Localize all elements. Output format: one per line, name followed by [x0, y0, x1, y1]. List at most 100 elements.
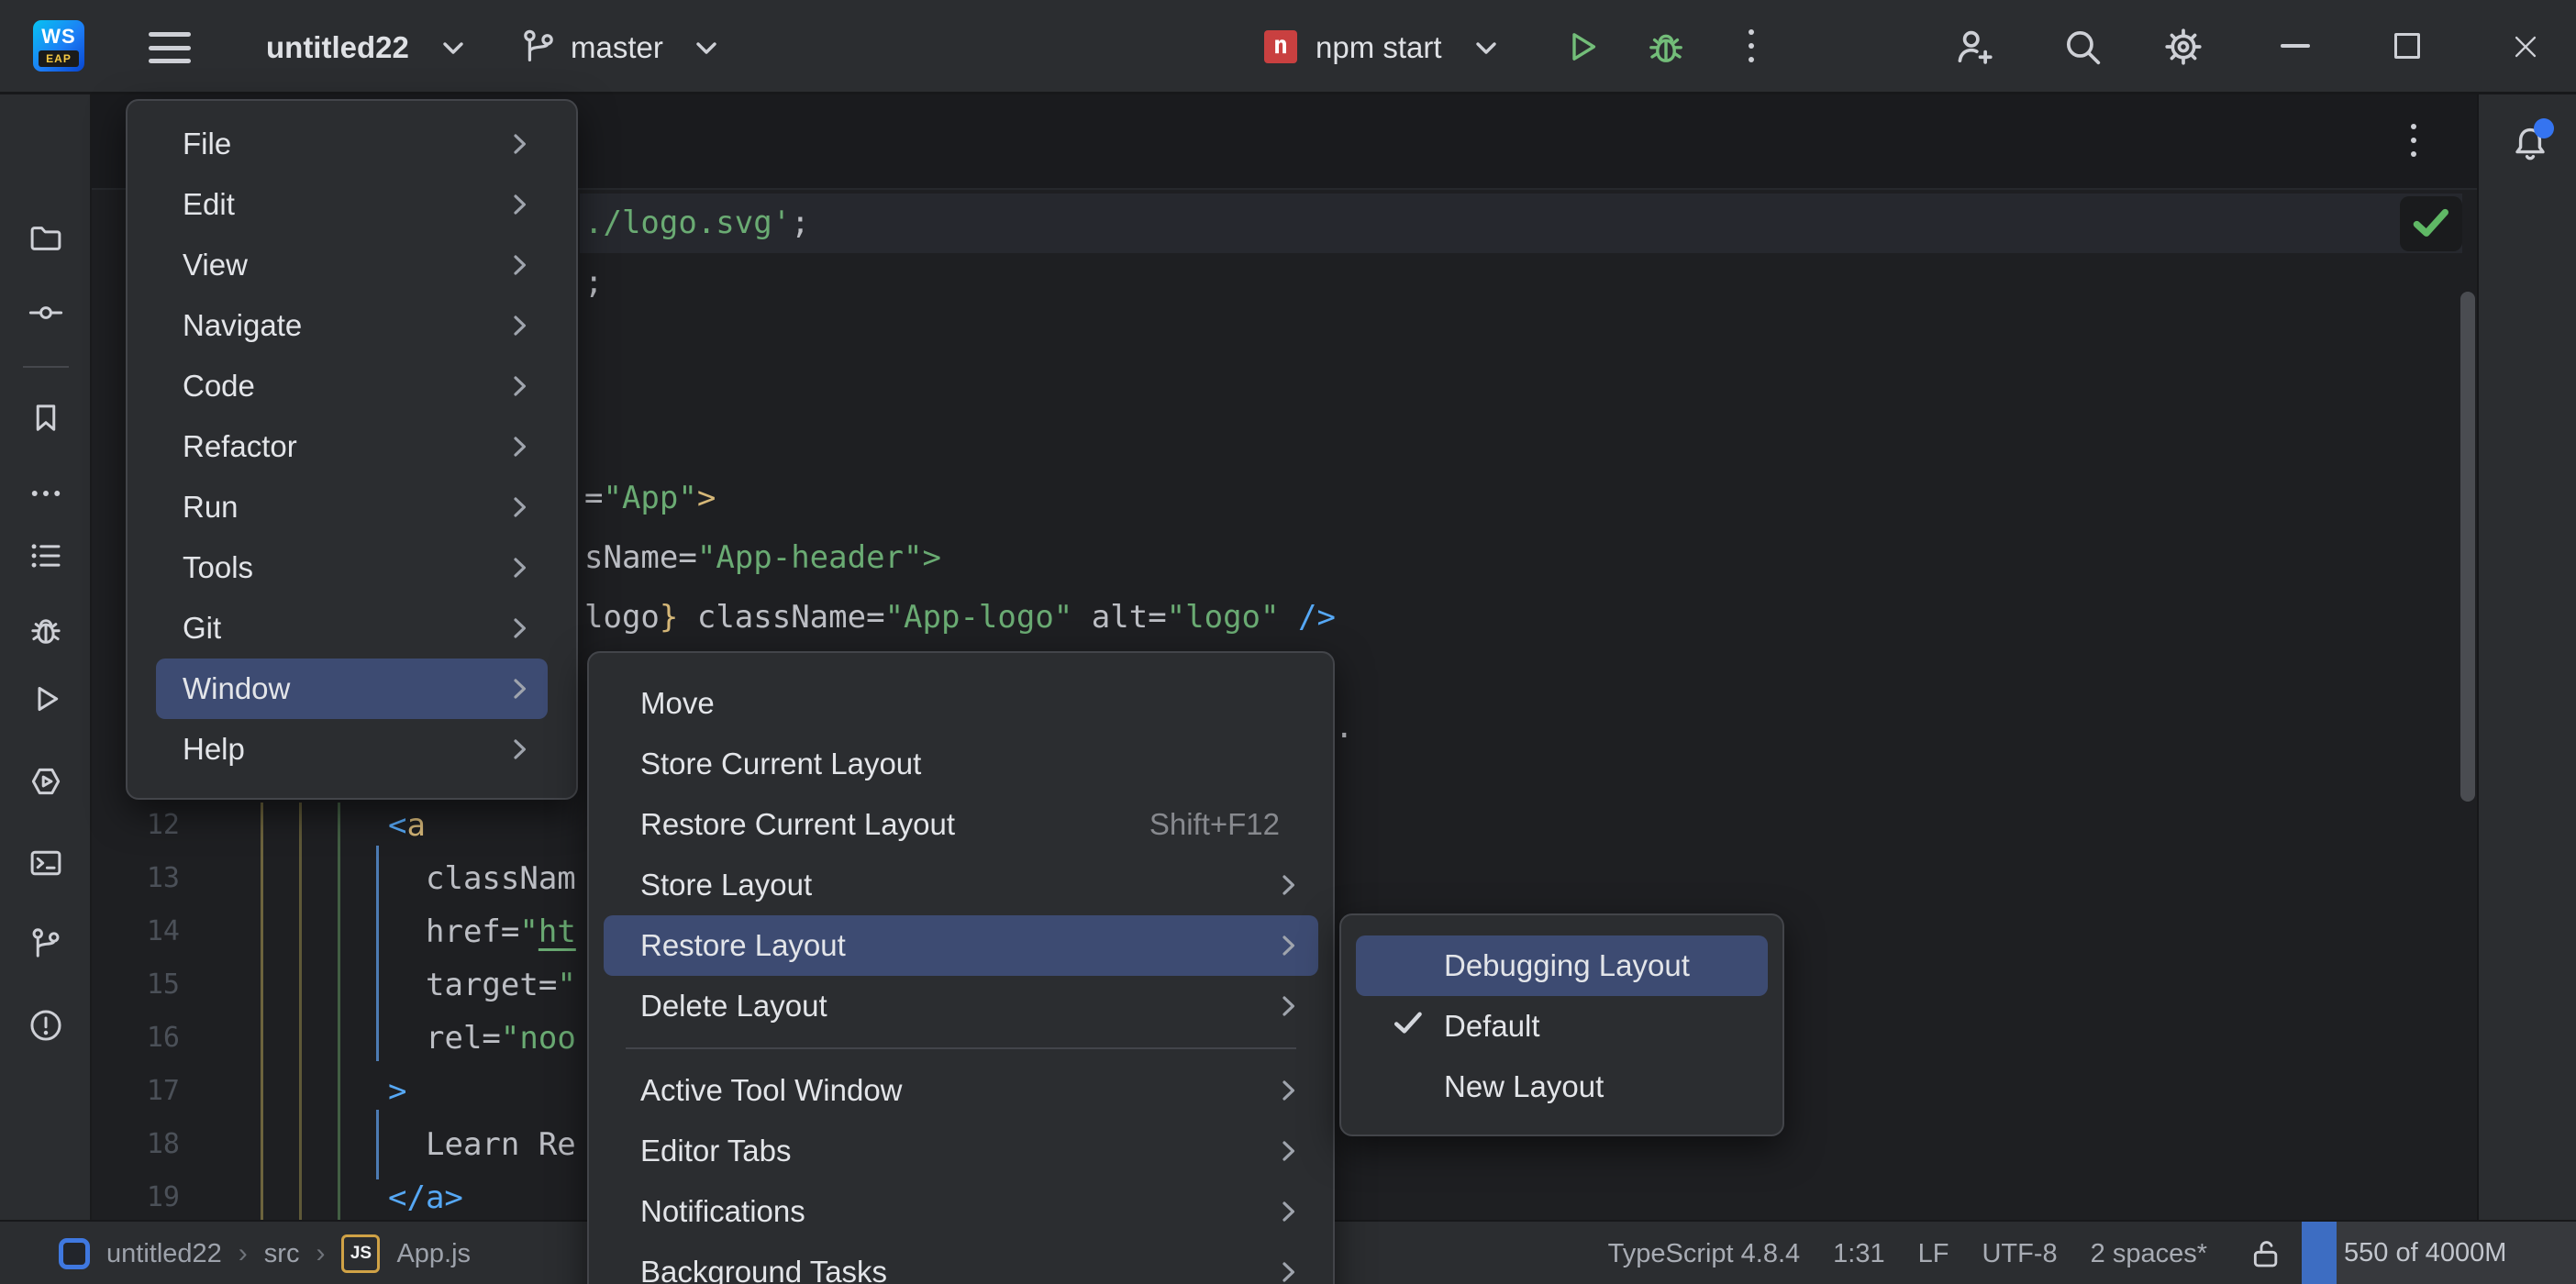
menu-item-notifications[interactable]: Notifications	[604, 1181, 1318, 1242]
npm-letter: n	[1273, 31, 1288, 60]
unlock-icon[interactable]	[2248, 1235, 2284, 1272]
javascript-file-icon: JS	[341, 1234, 380, 1273]
menu-item-label: View	[183, 248, 248, 282]
menu-item-label: Store Current Layout	[640, 747, 921, 781]
title-bar: WS EAP untitled22 master n npm start	[0, 0, 2576, 94]
code-line: </a>	[388, 1171, 463, 1224]
window-close-button[interactable]	[2510, 31, 2541, 62]
project-folder-icon[interactable]	[27, 219, 65, 258]
window-submenu-popup: Move Store Current Layout Restore Current …	[587, 651, 1335, 1284]
menu-item-edit[interactable]: Edit	[156, 174, 548, 235]
window-minimize-button[interactable]	[2281, 44, 2310, 48]
menu-item-debugging-layout[interactable]: Debugging Layout	[1356, 935, 1768, 996]
menu-item-restore-current-layout[interactable]: Restore Current LayoutShift+F12	[604, 794, 1318, 855]
menu-item-code[interactable]: Code	[156, 356, 548, 416]
status-widget-typescript-4-8-4[interactable]: TypeScript 4.8.4	[1608, 1239, 1801, 1269]
chevron-right-icon	[513, 436, 527, 458]
status-widget-1-31[interactable]: 1:31	[1833, 1239, 1884, 1269]
debug-button[interactable]	[1644, 25, 1688, 69]
editor-options-kebab-icon[interactable]	[2411, 124, 2416, 157]
chevron-right-icon	[513, 254, 527, 276]
status-widget-lf[interactable]: LF	[1918, 1239, 1949, 1269]
menu-item-active-tool-window[interactable]: Active Tool Window	[604, 1060, 1318, 1121]
line-number: 13	[92, 852, 180, 905]
code-line: ="App">	[584, 469, 716, 528]
git-branch-icon	[517, 26, 560, 68]
memory-usage-bar	[2302, 1222, 2337, 1284]
breadcrumb-item-app-js[interactable]: App.js	[396, 1239, 471, 1269]
git-branch-icon[interactable]	[27, 924, 65, 963]
commit-icon[interactable]	[27, 293, 65, 332]
structure-icon[interactable]	[27, 537, 65, 575]
menu-item-tools[interactable]: Tools	[156, 537, 548, 598]
menu-item-default[interactable]: Default	[1356, 996, 1768, 1057]
line-number: 12	[92, 799, 180, 852]
line-number: 17	[92, 1065, 180, 1118]
webstorm-logo-icon[interactable]: WS EAP	[33, 20, 84, 72]
search-icon[interactable]	[2059, 23, 2106, 71]
status-widget-utf-8[interactable]: UTF-8	[1982, 1239, 2057, 1269]
settings-gear-icon[interactable]	[2160, 23, 2207, 71]
bookmarks-icon[interactable]	[27, 399, 65, 437]
run-configuration-selector[interactable]: npm start	[1316, 22, 1442, 73]
terminal-icon[interactable]	[27, 844, 65, 882]
chevron-right-icon	[513, 678, 527, 700]
editor-scrollbar-thumb[interactable]	[2460, 292, 2475, 802]
menu-item-refactor[interactable]: Refactor	[156, 416, 548, 477]
problems-icon[interactable]	[27, 1006, 65, 1045]
menu-item-store-current-layout[interactable]: Store Current Layout	[604, 734, 1318, 794]
menu-item-view[interactable]: View	[156, 235, 548, 295]
chevron-right-icon	[513, 738, 527, 760]
menu-item-label: Background Tasks	[640, 1255, 887, 1284]
status-widgets: TypeScript 4.8.4 1:31 LF UTF-8 2 spaces*	[1608, 1222, 2207, 1284]
menu-item-window[interactable]: Window	[156, 659, 548, 719]
menu-item-new-layout[interactable]: New Layout	[1356, 1057, 1768, 1117]
code-line: logo} className="App-logo" alt="logo" />	[584, 588, 1336, 648]
menu-item-git[interactable]: Git	[156, 598, 548, 659]
run-icon[interactable]	[27, 680, 65, 718]
menu-item-background-tasks[interactable]: Background Tasks	[604, 1242, 1318, 1284]
menu-item-restore-layout[interactable]: Restore Layout	[604, 915, 1318, 976]
matched-tag-indent-guide	[376, 1110, 379, 1179]
menu-item-label: Navigate	[183, 308, 302, 343]
status-widget-2-spaces-[interactable]: 2 spaces*	[2091, 1239, 2207, 1269]
menu-item-move[interactable]: Move	[604, 673, 1318, 734]
menu-item-navigate[interactable]: Navigate	[156, 295, 548, 356]
menu-item-store-layout[interactable]: Store Layout	[604, 855, 1318, 915]
services-icon[interactable]	[27, 762, 65, 801]
project-selector[interactable]: untitled22	[266, 22, 409, 73]
branch-selector[interactable]: master	[571, 22, 663, 73]
menu-item-label: New Layout	[1444, 1069, 1604, 1104]
menu-item-run[interactable]: Run	[156, 477, 548, 537]
inspections-status-widget[interactable]	[2400, 196, 2462, 251]
npm-run-config-icon[interactable]: n	[1264, 30, 1297, 63]
code-line: classNam	[426, 852, 576, 905]
breadcrumb-item-untitled22[interactable]: untitled22	[106, 1239, 222, 1269]
chevron-right-icon	[513, 315, 527, 337]
menu-item-label: Delete Layout	[640, 989, 827, 1024]
chevron-right-icon	[513, 133, 527, 155]
main-menu-hamburger-icon[interactable]	[149, 30, 191, 65]
run-button[interactable]	[1560, 25, 1604, 69]
menu-item-label: Store Layout	[640, 868, 812, 902]
window-maximize-button[interactable]	[2394, 33, 2420, 59]
code-line: target="	[426, 958, 576, 1012]
menu-item-file[interactable]: File	[156, 114, 548, 174]
code-line: <a	[388, 799, 426, 852]
indent-guide	[261, 802, 263, 1220]
menu-item-delete-layout[interactable]: Delete Layout	[604, 976, 1318, 1036]
more-actions-kebab-icon[interactable]	[1749, 29, 1754, 62]
menu-item-label: Edit	[183, 187, 235, 222]
line-number: 15	[92, 958, 180, 1012]
restore-layout-submenu-popup: Debugging Layout Default New Layout	[1339, 913, 1784, 1136]
add-user-icon[interactable]	[1950, 23, 1998, 71]
menu-item-editor-tabs[interactable]: Editor Tabs	[604, 1121, 1318, 1181]
notifications-bell-icon[interactable]	[2508, 122, 2552, 166]
more-icon[interactable]	[27, 474, 65, 513]
memory-indicator[interactable]: 550 of 4000M	[2302, 1222, 2576, 1284]
code-line: Learn Re	[426, 1118, 576, 1171]
menu-item-help[interactable]: Help	[156, 719, 548, 780]
menu-item-label: Debugging Layout	[1444, 948, 1690, 983]
debug-icon[interactable]	[27, 611, 65, 649]
breadcrumb-item-src[interactable]: src	[264, 1239, 300, 1269]
